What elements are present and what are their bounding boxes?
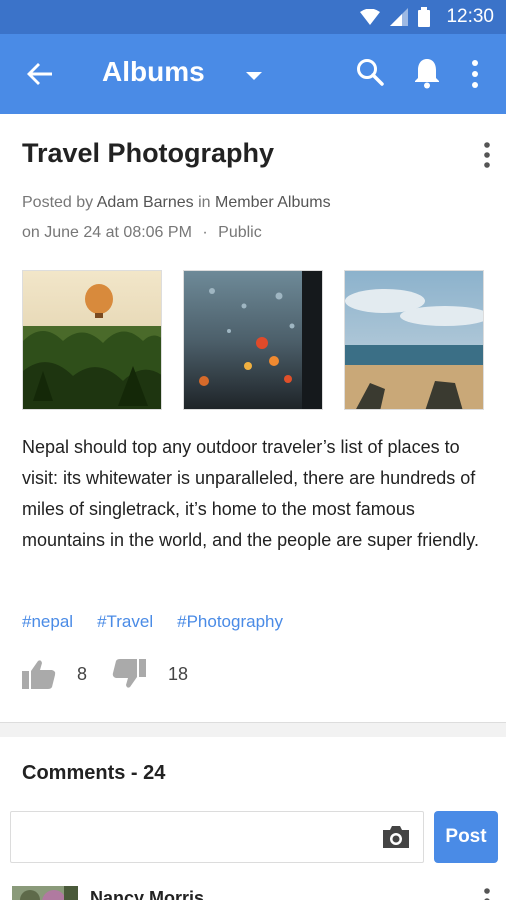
meta-separator: · — [202, 224, 208, 241]
photo-thumbnail-balloon[interactable] — [22, 270, 162, 410]
post-date: on June 24 at 08:06 PM — [22, 224, 192, 241]
section-spacer — [0, 723, 506, 737]
wifi-icon — [360, 9, 381, 25]
privacy-label: Public — [218, 224, 262, 241]
status-time: 12:30 — [446, 6, 494, 27]
comment-input-box[interactable] — [10, 811, 424, 863]
post-meta-line2: on June 24 at 08:06 PM · Public — [22, 224, 262, 242]
post-body: Nepal should top any outdoor traveler’s … — [22, 437, 479, 550]
comment-item: Nancy Morris — [0, 880, 506, 900]
thumbs-up-icon[interactable] — [22, 658, 56, 690]
caret-down-icon[interactable] — [244, 70, 264, 82]
thumbs-down-icon[interactable] — [112, 658, 146, 690]
tag-photography[interactable]: #Photography — [177, 612, 283, 632]
posted-by-label: Posted by — [22, 194, 94, 211]
post-meta-line1: Posted by Adam Barnes in Member Albums — [22, 194, 331, 212]
more-vert-icon[interactable] — [466, 58, 484, 90]
avatar[interactable] — [12, 886, 78, 900]
camera-icon[interactable] — [381, 824, 411, 850]
photo-thumbnail-rain[interactable] — [183, 270, 323, 410]
photo-gallery — [22, 270, 484, 410]
photo-thumbnail-beach[interactable] — [344, 270, 484, 410]
author-link[interactable]: Adam Barnes — [97, 194, 194, 211]
post-comment-button[interactable]: Post — [434, 811, 498, 863]
album-link[interactable]: Member Albums — [215, 194, 331, 211]
app-bar-title[interactable]: Albums — [102, 56, 205, 88]
dislike-count: 18 — [168, 664, 189, 684]
tag-list: #nepal #Travel #Photography — [22, 612, 283, 632]
battery-icon — [418, 7, 431, 27]
like-count: 8 — [77, 664, 88, 684]
tag-travel[interactable]: #Travel — [97, 612, 153, 632]
post-more-vert-icon[interactable] — [478, 140, 496, 170]
comment-input[interactable] — [21, 820, 371, 856]
app-bar: Albums — [0, 34, 506, 114]
comment-more-vert-icon[interactable] — [478, 886, 496, 900]
reactions-bar: 8 18 — [22, 654, 322, 694]
bell-icon[interactable] — [411, 56, 443, 90]
search-icon[interactable] — [354, 56, 386, 88]
arrow-left-icon[interactable] — [24, 58, 56, 90]
status-bar: 12:30 — [0, 0, 506, 34]
commenter-name[interactable]: Nancy Morris — [90, 888, 204, 900]
tag-nepal[interactable]: #nepal — [22, 612, 73, 632]
signal-icon — [390, 8, 409, 26]
in-label: in — [198, 194, 211, 211]
post-title: Travel Photography — [22, 138, 275, 168]
comments-heading: Comments - 24 — [22, 762, 166, 784]
